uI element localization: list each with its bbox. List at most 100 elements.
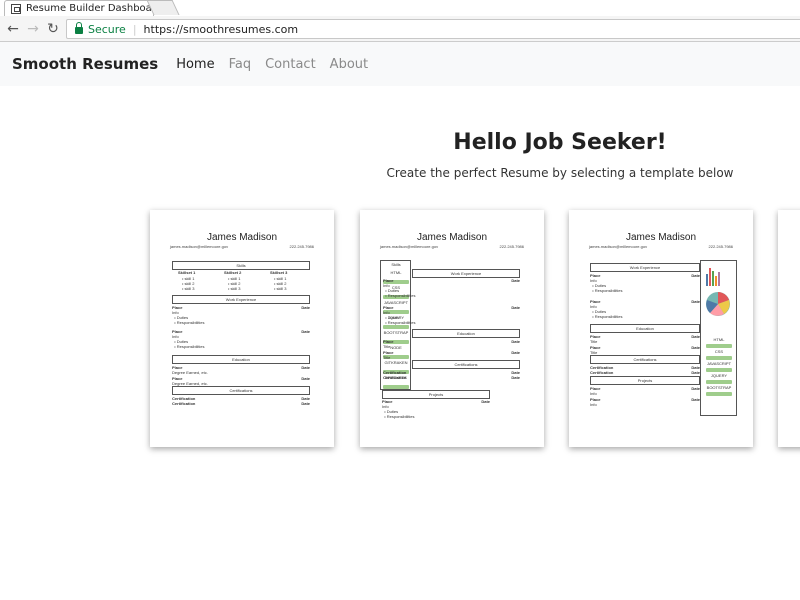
skill-label: CSS <box>714 349 724 354</box>
work-entry-2: Place Date <box>590 299 700 304</box>
nav-link-about[interactable]: About <box>330 57 368 72</box>
chart-bar-thumb <box>712 271 714 286</box>
skill-bar <box>706 392 732 396</box>
resume-email: james.madison@mlllemoore.gov <box>380 244 439 249</box>
work-info-1: Info • Duties • Responsibilities <box>172 310 205 325</box>
work-entry-2: Place Date <box>383 305 520 310</box>
section-education: Education <box>412 329 520 338</box>
skills-sidebar: HTML CSS JAVASCRIPT JQUERY BOOTSTRAP <box>700 260 737 416</box>
skill-column-2-header: Skillset 2 <box>224 270 242 275</box>
project-info-2: Info <box>590 402 597 407</box>
skill-bar <box>706 368 732 372</box>
brand-logo[interactable]: Smooth Resumes <box>12 55 158 73</box>
resume-template-card-2[interactable]: James Madison james.madison@mlllemoore.g… <box>360 210 544 447</box>
nav-link-faq[interactable]: Faq <box>229 57 252 72</box>
site-navbar: Smooth Resumes Home Faq Contact About <box>0 42 800 86</box>
skill-label: HTML <box>390 270 402 275</box>
back-arrow-icon[interactable]: ← <box>4 20 22 38</box>
reload-icon[interactable]: ↻ <box>44 20 62 38</box>
certification-entry-1: Certification Date <box>172 396 310 401</box>
project-info-1: Info <box>590 391 597 396</box>
chart-bar-thumb <box>715 276 717 286</box>
project-info-1: Info • Duties • Responsibilities <box>382 404 415 419</box>
skill-label: HTML <box>713 337 725 342</box>
education-title-1: Title <box>590 339 598 344</box>
url-text: https://smoothresumes.com <box>143 22 299 36</box>
section-projects: Projects <box>590 376 700 385</box>
resume-email: james.madison@mlllemoore.gov <box>589 244 648 249</box>
certification-entry-1: Certification Date <box>590 365 700 370</box>
address-bar[interactable]: Secure | https://smoothresumes.com <box>66 19 800 39</box>
work-info-2: Info • Duties • Responsibilities <box>590 304 623 319</box>
resume-name: James Madison <box>206 232 278 243</box>
education-entry-2: Place Date <box>172 376 310 381</box>
education-entry-2: Place Date <box>590 345 700 350</box>
resume-phone: 222.245.7986 <box>708 244 733 249</box>
work-entry-1: Place Date <box>172 305 310 310</box>
page-icon <box>11 3 21 14</box>
work-info-2: Info • Duties • Responsibilities <box>172 334 205 349</box>
work-info-2: Info • Duties • Responsibilities <box>383 310 416 325</box>
skill-column-1-header: Skillset 1 <box>178 270 196 275</box>
skill-label: GITKRAKEN <box>384 360 408 365</box>
work-entry-1: Place Date <box>383 278 520 283</box>
work-entry-1: Place Date <box>590 273 700 278</box>
resume-name: James Madison <box>625 232 697 243</box>
section-projects: Projects <box>382 390 490 399</box>
skill-bar <box>383 325 409 329</box>
section-education: Education <box>590 324 700 333</box>
certification-entry-1: Certification Date <box>383 370 520 375</box>
lock-icon <box>75 22 83 34</box>
forward-arrow-icon[interactable]: → <box>24 20 42 38</box>
section-education: Education <box>172 355 310 364</box>
work-info-1: Info • Duties • Responsibilities <box>383 283 416 298</box>
education-entry-2: Place Date <box>383 350 520 355</box>
section-certifications: Certifications <box>172 386 310 395</box>
degree-1: Degree Earned, etc. <box>172 370 208 375</box>
separator: | <box>132 22 137 36</box>
resume-template-card-4[interactable] <box>778 210 800 447</box>
resume-email: james.madison@mlllemoore.gov <box>170 244 229 249</box>
section-certifications: Certifications <box>590 355 700 364</box>
chart-bar-thumb <box>718 272 720 286</box>
chart-bar-thumb <box>709 268 711 286</box>
sidebar-skills-title: Skills <box>391 262 401 267</box>
skill-list: • skill 1 • skill 2 • skill 3 <box>228 276 241 291</box>
education-entry-1: Place Date <box>590 334 700 339</box>
resume-name: James Madison <box>416 232 488 243</box>
work-entry-2: Place Date <box>172 329 310 334</box>
education-title-1: Title <box>383 344 391 349</box>
skill-bar <box>706 356 732 360</box>
browser-tabstrip: Resume Builder Dashboa <box>0 0 800 16</box>
browser-tab[interactable]: Resume Builder Dashboa <box>4 0 154 16</box>
resume-phone: 222.245.7986 <box>499 244 524 249</box>
skill-bar <box>706 380 732 384</box>
skill-label: JQUERY <box>710 373 728 378</box>
tab-title: Resume Builder Dashboa <box>26 3 152 14</box>
education-entry-1: Place Date <box>383 339 520 344</box>
education-entry-1: Place Date <box>172 365 310 370</box>
project-entry-2: Place Date <box>590 397 700 402</box>
section-work: Work Experience <box>590 263 700 272</box>
section-skills: Skills <box>172 261 310 270</box>
resume-template-card-1[interactable]: James Madison james.madison@mlllemoore.g… <box>150 210 334 447</box>
skill-list: • skill 1 • skill 2 • skill 3 <box>182 276 195 291</box>
skill-label: BOOTSTRAP <box>383 330 409 335</box>
secure-label: Secure <box>88 22 126 36</box>
section-certifications: Certifications <box>412 360 520 369</box>
resume-template-card-3[interactable]: James Madison james.madison@mlllemoore.g… <box>569 210 753 447</box>
project-entry-1: Place Date <box>382 399 490 404</box>
certification-entry-2: Certification Date <box>383 375 520 380</box>
project-entry-1: Place Date <box>590 386 700 391</box>
page-title: Hello Job Seeker! <box>453 130 667 155</box>
nav-link-home[interactable]: Home <box>176 57 214 72</box>
skill-list: • skill 1 • skill 2 • skill 3 <box>274 276 287 291</box>
certification-entry-2: Certification Date <box>172 401 310 406</box>
nav-link-contact[interactable]: Contact <box>265 57 316 72</box>
browser-toolbar: ← → ↻ Secure | https://smoothresumes.com <box>0 16 800 42</box>
education-title-2: Title <box>383 355 391 360</box>
section-work: Work Experience <box>412 269 520 278</box>
skill-bar <box>383 385 409 389</box>
chart-bar-thumb <box>706 274 708 286</box>
skill-label: BOOTSTRAP <box>706 385 732 390</box>
